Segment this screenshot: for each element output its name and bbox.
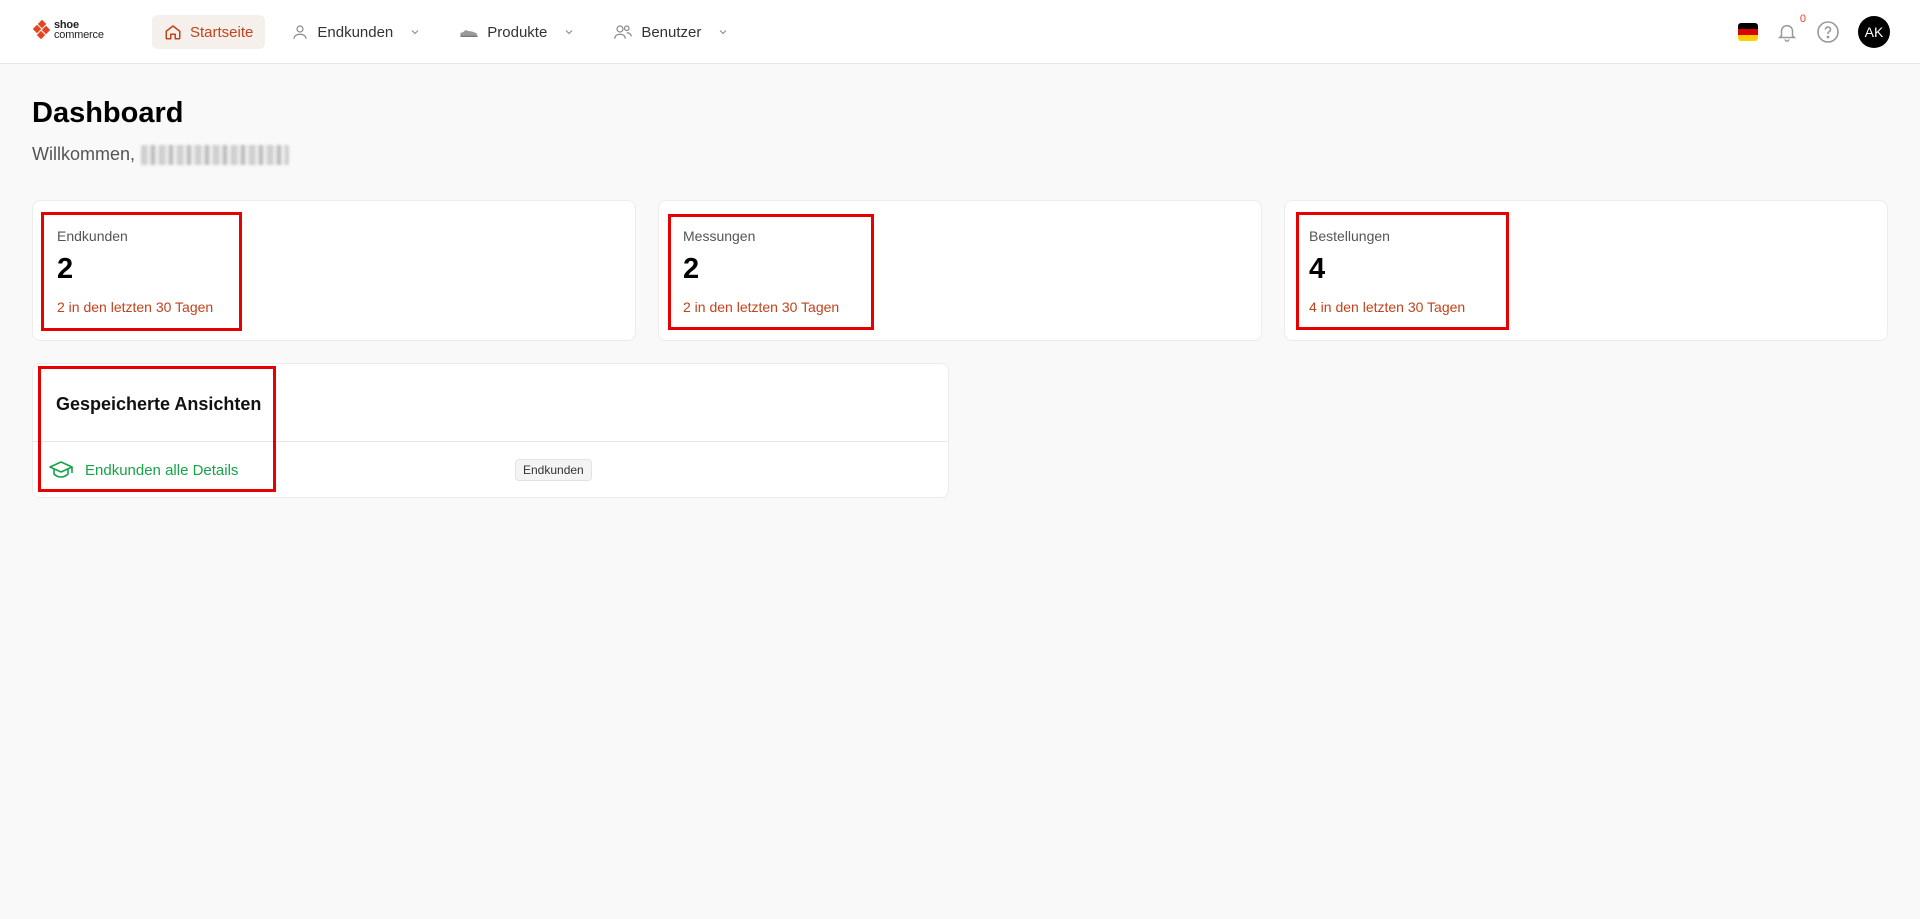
nav-item-produkte[interactable]: Produkte — [447, 15, 587, 49]
nav-item-label: Produkte — [487, 23, 548, 41]
graduation-cap-icon — [49, 461, 73, 478]
saved-view-label: Endkunden alle Details — [85, 461, 239, 479]
nav-item-benutzer[interactable]: Benutzer — [601, 15, 741, 49]
notifications-button[interactable]: 0 — [1776, 13, 1806, 43]
top-navigation-bar: shoe commerce Startseite Endkunden Produ… — [0, 0, 1920, 64]
stat-trend: 2 in den letzten 30 Tagen — [57, 299, 214, 315]
bell-icon — [1777, 24, 1797, 42]
saved-views-title: Gespeicherte Ansichten — [56, 394, 262, 414]
chevron-down-icon — [720, 30, 727, 35]
user-icon — [293, 25, 307, 39]
nav-item-label: Startseite — [190, 23, 254, 41]
home-icon — [165, 25, 181, 40]
saved-views-panel: Gespeicherte Ansichten Endkunden alle De… — [32, 363, 949, 498]
brand-name-line2: commerce — [54, 29, 104, 41]
nav-item-label: Benutzer — [641, 23, 702, 41]
shoe-icon — [460, 29, 478, 37]
logo-icon — [32, 19, 51, 40]
nav-item-startseite[interactable]: Startseite — [152, 15, 266, 49]
stat-card-endkunden[interactable]: Endkunden 2 2 in den letzten 30 Tagen — [32, 200, 636, 341]
stat-value: 2 — [683, 253, 700, 285]
stat-label: Messungen — [683, 228, 756, 244]
stat-label: Bestellungen — [1309, 228, 1390, 244]
help-icon[interactable] — [1816, 20, 1840, 44]
users-icon — [614, 25, 633, 39]
stat-trend: 2 in den letzten 30 Tagen — [683, 299, 840, 315]
main-nav: Startseite Endkunden Produkte Benutzer — [152, 15, 741, 49]
stat-value: 4 — [1309, 253, 1326, 285]
brand-logo[interactable]: shoe commerce — [32, 19, 104, 41]
nav-item-label: Endkunden — [317, 23, 394, 41]
welcome-text: Willkommen, — [32, 144, 136, 164]
page-title: Dashboard — [32, 97, 184, 129]
saved-view-item[interactable]: Endkunden alle Details — [49, 460, 238, 480]
stat-label: Endkunden — [57, 228, 128, 244]
user-avatar[interactable]: AK — [1858, 16, 1890, 48]
welcome-message: Willkommen, — [32, 144, 290, 165]
saved-view-tag: Endkunden — [515, 459, 592, 481]
redacted-username — [141, 144, 290, 165]
stat-trend: 4 in den letzten 30 Tagen — [1309, 299, 1466, 315]
divider — [33, 441, 948, 442]
header-tools: 0 AK — [1738, 13, 1890, 48]
nav-item-endkunden[interactable]: Endkunden — [279, 15, 433, 49]
chevron-down-icon — [411, 30, 419, 35]
language-flag-de-icon[interactable] — [1738, 23, 1758, 41]
chevron-down-icon — [565, 30, 573, 35]
stat-card-bestellungen[interactable]: Bestellungen 4 4 in den letzten 30 Tagen — [1284, 200, 1888, 341]
notification-count-badge: 0 — [1799, 13, 1806, 25]
stat-value: 2 — [57, 253, 74, 285]
stat-card-messungen[interactable]: Messungen 2 2 in den letzten 30 Tagen — [658, 200, 1262, 341]
